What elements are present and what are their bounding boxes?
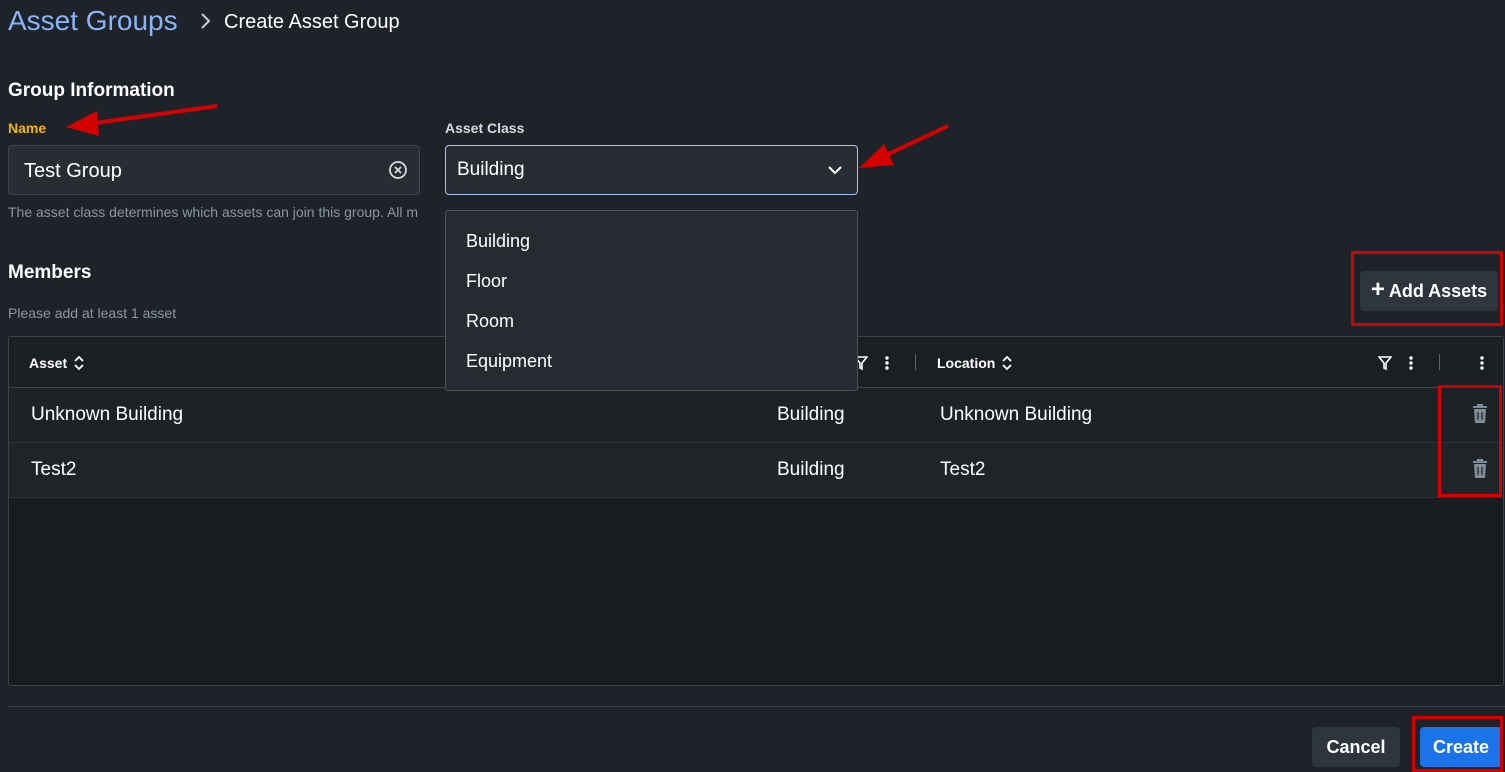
asset-class-helper-text: The asset class determines which assets … xyxy=(8,204,419,220)
chevron-down-icon xyxy=(828,166,842,175)
menu-item-room[interactable]: Room xyxy=(466,311,514,332)
add-assets-button[interactable]: + Add Assets xyxy=(1360,271,1498,311)
cell-location: Test2 xyxy=(940,459,986,480)
asset-class-label: Asset Class xyxy=(445,120,525,136)
cell-asset: Test2 xyxy=(31,459,77,480)
table-row[interactable]: Test2 Building Test2 xyxy=(9,443,1503,498)
cell-asset: Unknown Building xyxy=(31,404,184,425)
breadcrumb-current: Create Asset Group xyxy=(224,11,400,33)
trash-icon[interactable] xyxy=(1471,404,1489,424)
asset-class-menu: Building Floor Room Equipment xyxy=(445,210,858,391)
menu-item-equipment[interactable]: Equipment xyxy=(466,351,552,372)
create-button[interactable]: Create xyxy=(1420,727,1502,767)
asset-class-select-value: Building xyxy=(457,159,525,180)
annotation-arrow xyxy=(66,104,218,136)
column-header-label: Asset xyxy=(29,355,68,371)
menu-item-floor[interactable]: Floor xyxy=(466,271,507,292)
table-row[interactable]: Unknown Building Building Unknown Buildi… xyxy=(9,388,1503,443)
column-header-location[interactable]: Location xyxy=(937,355,1013,371)
name-label: Name xyxy=(8,120,47,136)
trash-icon[interactable] xyxy=(1471,459,1489,479)
sort-icon[interactable] xyxy=(73,355,85,371)
plus-icon: + xyxy=(1370,276,1385,303)
asset-class-select[interactable]: Building xyxy=(445,145,858,195)
cancel-button[interactable]: Cancel xyxy=(1312,727,1400,767)
cell-class: Building xyxy=(777,404,845,425)
more-vertical-icon[interactable] xyxy=(1475,355,1489,371)
footer-divider xyxy=(8,706,1505,707)
members-hint: Please add at least 1 asset xyxy=(8,305,177,321)
more-vertical-icon[interactable] xyxy=(1404,355,1418,371)
more-vertical-icon[interactable] xyxy=(880,355,894,371)
menu-item-building[interactable]: Building xyxy=(466,231,530,252)
add-assets-label: Add Assets xyxy=(1388,280,1488,301)
members-title: Members xyxy=(8,262,92,283)
column-header-asset[interactable]: Asset xyxy=(29,355,85,371)
clear-circle-icon[interactable] xyxy=(388,160,408,180)
group-information-title: Group Information xyxy=(8,80,175,101)
column-divider[interactable] xyxy=(1439,354,1440,370)
breadcrumb-root-link[interactable]: Asset Groups xyxy=(8,5,178,37)
name-field-value: Test Group xyxy=(24,160,122,182)
chevron-right-icon xyxy=(201,13,211,29)
column-divider[interactable] xyxy=(915,354,916,370)
filter-icon[interactable] xyxy=(1378,355,1392,371)
name-field[interactable]: Test Group xyxy=(8,145,420,195)
sort-icon[interactable] xyxy=(1001,355,1013,371)
column-header-label: Location xyxy=(937,355,996,371)
cell-location: Unknown Building xyxy=(940,404,1093,425)
annotation-arrow xyxy=(859,124,949,168)
cell-class: Building xyxy=(777,459,845,480)
